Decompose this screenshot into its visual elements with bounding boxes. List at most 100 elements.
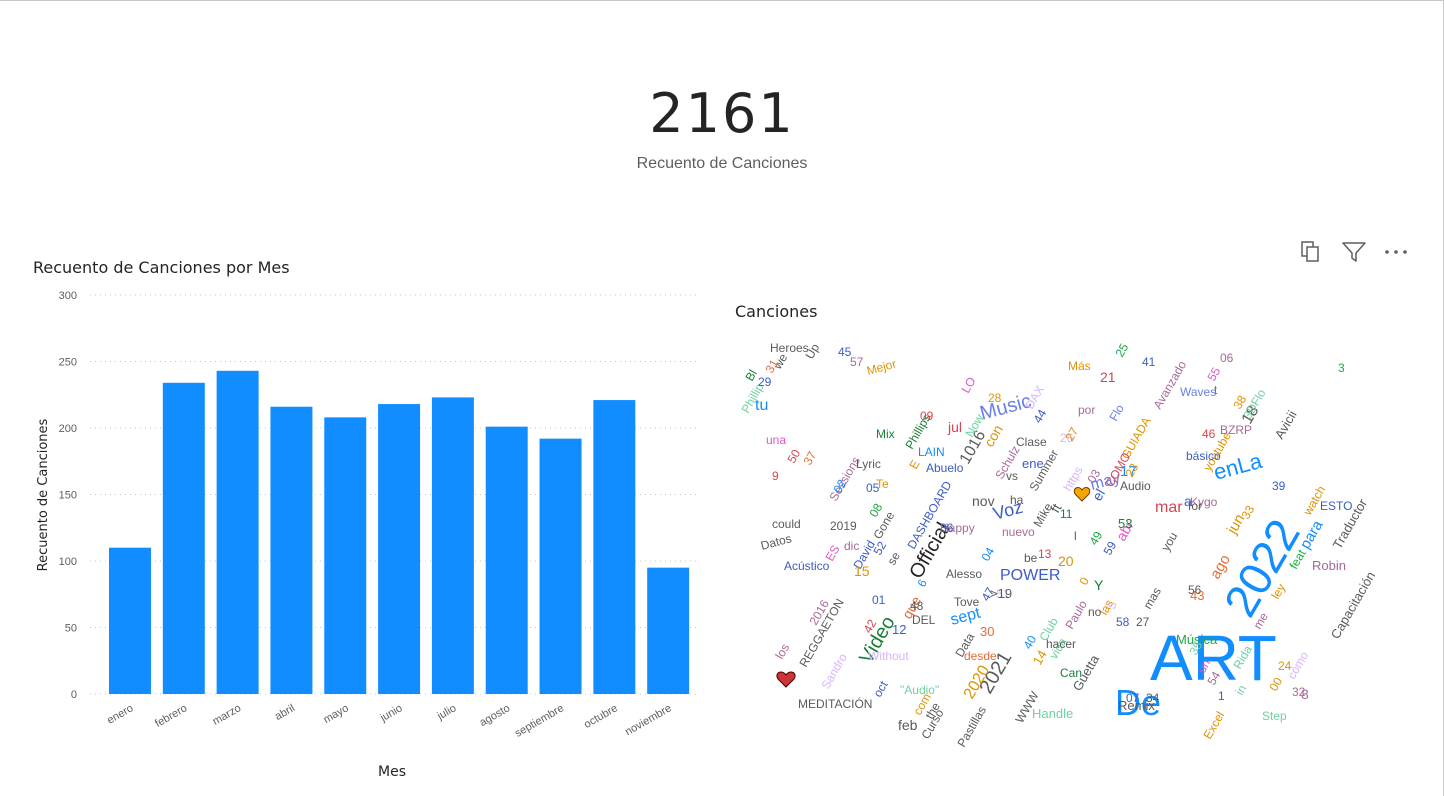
wordcloud-word[interactable]: 59	[1100, 539, 1119, 558]
wordcloud-word[interactable]: Waves	[1180, 385, 1216, 399]
wordcloud-word[interactable]: 53	[1118, 516, 1132, 531]
wordcloud-word[interactable]: 36	[940, 521, 954, 535]
wordcloud-word[interactable]: una	[766, 433, 786, 447]
wordcloud-word[interactable]: 49	[1086, 529, 1105, 548]
wordcloud-word[interactable]: l	[1074, 529, 1077, 543]
wordcloud-word[interactable]: Audio	[1120, 479, 1151, 493]
wordcloud-word[interactable]: 27	[1136, 615, 1150, 629]
wordcloud-word[interactable]: could	[772, 517, 801, 531]
wordcloud-word[interactable]: 30	[980, 624, 994, 639]
bar[interactable]	[378, 404, 421, 694]
wordcloud-word[interactable]: LO	[958, 375, 978, 396]
wordcloud-word[interactable]: Acústico	[784, 559, 830, 573]
wordcloud-word[interactable]: POWER	[1000, 567, 1060, 584]
wordcloud-word[interactable]: 3	[1338, 361, 1345, 375]
wordcloud-word[interactable]: desde	[964, 649, 997, 663]
bar[interactable]	[109, 547, 151, 694]
wordcloud-word[interactable]: Without	[868, 649, 909, 663]
more-options-icon[interactable]	[1382, 238, 1410, 266]
wordcloud-word[interactable]: Clase	[1016, 435, 1047, 449]
wordcloud-word[interactable]: 37	[800, 449, 819, 468]
wordcloud-word[interactable]: Excel	[1200, 709, 1227, 741]
wordcloud-word[interactable]: Abuelo	[926, 461, 964, 475]
wordcloud-word[interactable]: Alesso	[946, 567, 982, 581]
wordcloud-word[interactable]: oct	[870, 678, 890, 699]
wordcloud-word[interactable]: 34	[1146, 691, 1160, 705]
wordcloud-word[interactable]: Paulo	[1062, 598, 1090, 632]
wordcloud-word[interactable]: básico	[1186, 449, 1221, 463]
wordcloud-word[interactable]: 50	[784, 447, 803, 466]
wordcloud-word[interactable]: 52	[870, 539, 889, 558]
bar[interactable]	[431, 397, 474, 694]
bar[interactable]	[270, 406, 313, 694]
wordcloud-word[interactable]: ha	[1010, 493, 1024, 507]
wordcloud-word[interactable]: Tove	[954, 595, 980, 609]
wordcloud-word[interactable]: jul	[947, 419, 962, 435]
wordcloud-word[interactable]: 24	[1278, 659, 1292, 673]
wordcloud-word[interactable]: Capacitación	[1328, 569, 1379, 642]
copy-icon[interactable]	[1296, 238, 1324, 266]
wordcloud-word[interactable]: vs	[1006, 469, 1018, 483]
wordcloud-word[interactable]: 07	[1126, 691, 1140, 705]
wordcloud-word[interactable]: Flo	[1106, 402, 1127, 424]
wordcloud-word[interactable]: 0	[1076, 574, 1092, 587]
wordcloud-word[interactable]: por	[1078, 403, 1095, 417]
wordcloud-word[interactable]: 13	[1038, 547, 1052, 561]
bar[interactable]	[216, 370, 259, 694]
wordcloud-word[interactable]: para	[1297, 517, 1327, 552]
wordcloud-word[interactable]: con	[981, 422, 1006, 450]
wordcloud-word[interactable]: 25	[1112, 341, 1131, 360]
wordcloud-word[interactable]: 39	[1272, 479, 1286, 493]
wordcloud-word[interactable]: feb	[898, 717, 918, 733]
wordcloud-word[interactable]: nuevo	[1002, 525, 1035, 539]
wordcloud-word[interactable]: 20	[1058, 553, 1074, 569]
wordcloud-word[interactable]: MEDITACIÓN	[798, 696, 872, 711]
wordcloud-word[interactable]: 41	[1142, 355, 1156, 369]
wordcloud-word[interactable]: Mix	[876, 427, 895, 441]
wordcloud-word[interactable]: 58	[1116, 615, 1130, 629]
wordcloud-word[interactable]: BZRP	[1220, 423, 1252, 437]
wordcloud-word[interactable]: 21	[1100, 369, 1116, 385]
wordcloud-word[interactable]: Pastillas	[954, 704, 988, 750]
wordcloud-word[interactable]: 2019	[830, 519, 857, 533]
wordcloud-word[interactable]: 11	[1060, 507, 1073, 521]
wordcloud-word[interactable]: a	[1184, 493, 1192, 509]
wordcloud-word[interactable]: Datos	[759, 531, 793, 553]
wordcloud-word[interactable]: Más	[1068, 359, 1091, 373]
wordcloud-word[interactable]: Step	[1262, 709, 1287, 723]
wordcloud-word[interactable]: 43	[1190, 588, 1204, 603]
wordcloud-word[interactable]: se	[884, 549, 903, 567]
bar[interactable]	[162, 382, 205, 694]
wordcloud-word[interactable]: Y	[1094, 577, 1104, 593]
wordcloud-word[interactable]: hacer	[1046, 637, 1076, 651]
wordcloud-word[interactable]: 46	[1202, 427, 1216, 441]
wordcloud-word[interactable]: t	[1214, 383, 1218, 397]
wordcloud-word[interactable]: E	[906, 458, 922, 472]
bar[interactable]	[593, 400, 636, 694]
wordcloud-word[interactable]: 1	[1218, 689, 1225, 703]
wordcloud-word[interactable]: 57	[850, 355, 864, 369]
wordcloud-word[interactable]: los	[772, 641, 792, 661]
wordcloud-word[interactable]: Mejor	[865, 357, 898, 378]
wordcloud-word[interactable]: 04	[978, 545, 997, 564]
wordcloud-word[interactable]: nov	[972, 493, 995, 509]
wordcloud-word[interactable]: 48	[910, 599, 924, 613]
wordcloud-word[interactable]: Handle	[1032, 706, 1073, 721]
wordcloud-word[interactable]: be	[1024, 551, 1038, 565]
wordcloud-word[interactable]: 29	[758, 375, 772, 389]
wordcloud-word[interactable]: Can	[1060, 666, 1082, 680]
wordcloud-word[interactable]: 8	[1301, 686, 1309, 702]
wordcloud-word[interactable]: LAIN	[918, 445, 945, 459]
wordcloud-word[interactable]: Avicii	[1272, 408, 1300, 442]
wordcloud-word[interactable]: 12	[892, 622, 906, 637]
bar[interactable]	[539, 438, 582, 694]
wordcloud-word[interactable]: 01	[872, 593, 886, 607]
wordcloud-word[interactable]: you	[1158, 530, 1180, 554]
wordcloud-word[interactable]: >19	[990, 586, 1012, 601]
wordcloud-word[interactable]: 15	[854, 563, 870, 579]
wordcloud-word[interactable]: 28	[988, 391, 1002, 405]
wordcloud-word[interactable]: 05	[866, 481, 880, 495]
wordcloud-word[interactable]: Robin	[1312, 558, 1346, 573]
wordcloud-word[interactable]: no	[1088, 605, 1102, 619]
wordcloud-word[interactable]: ene	[1022, 456, 1044, 471]
